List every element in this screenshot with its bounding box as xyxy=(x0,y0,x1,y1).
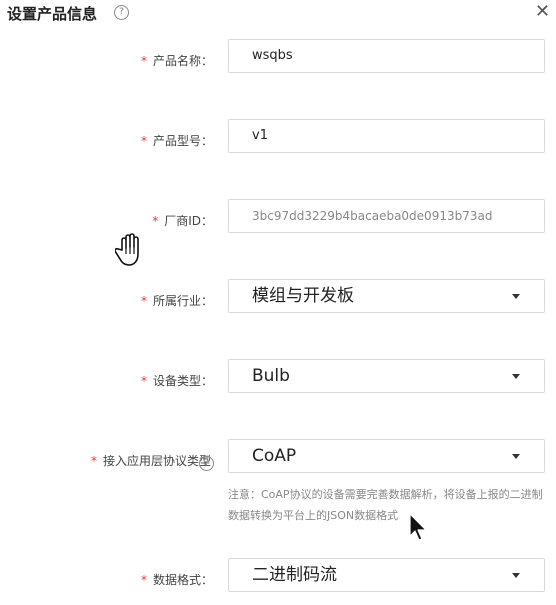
protocol-label-text: 接入应用层协议类型 xyxy=(102,454,211,468)
device-type-select[interactable]: Bulb xyxy=(228,359,545,393)
protocol-note: 注意：CoAP协议的设备需要完善数据解析，将设备上报的二进制数据转换为平台上的J… xyxy=(228,488,543,522)
vendor-id-label: * 厂商ID： xyxy=(152,203,213,239)
help-icon[interactable]: ? xyxy=(199,456,214,471)
data-format-label: * 数据格式： xyxy=(141,562,213,598)
required-mark: * xyxy=(140,54,147,68)
product-name-label: * 产品名称： xyxy=(141,43,213,79)
product-model-label-text: 产品型号： xyxy=(152,134,213,148)
industry-select[interactable]: 模组与开发板 xyxy=(228,279,545,313)
pointer-cursor-icon xyxy=(409,513,427,541)
data-format-label-text: 数据格式： xyxy=(152,573,213,587)
dialog-title: 设置产品信息 xyxy=(7,5,98,23)
chevron-down-icon xyxy=(512,294,520,299)
required-mark: * xyxy=(140,294,147,308)
required-mark: * xyxy=(140,573,147,587)
vendor-id-input: 3bc97dd3229b4bacaeba0de0913b73ad xyxy=(228,199,545,233)
required-mark: * xyxy=(90,454,97,468)
industry-label: * 所属行业： xyxy=(141,283,213,319)
industry-label-text: 所属行业： xyxy=(152,294,213,308)
product-name-input[interactable]: wsqbs xyxy=(228,39,545,73)
product-name-label-text: 产品名称： xyxy=(152,54,213,68)
protocol-selected-value: CoAP xyxy=(252,446,297,466)
device-type-label: * 设备类型： xyxy=(141,363,213,399)
vendor-id-label-text: 厂商ID： xyxy=(164,214,213,228)
protocol-select[interactable]: CoAP xyxy=(228,439,545,473)
hand-cursor-icon xyxy=(115,233,139,266)
required-mark: * xyxy=(140,134,147,148)
industry-selected-value: 模组与开发板 xyxy=(252,286,354,306)
chevron-down-icon xyxy=(512,573,520,578)
close-icon[interactable]: ✕ xyxy=(535,3,550,21)
chevron-down-icon xyxy=(512,374,520,379)
required-mark: * xyxy=(140,374,147,388)
data-format-select[interactable]: 二进制码流 xyxy=(228,558,545,592)
help-icon[interactable]: ? xyxy=(114,5,129,20)
data-format-selected-value: 二进制码流 xyxy=(252,565,337,585)
required-mark: * xyxy=(152,214,159,228)
product-model-input[interactable]: v1 xyxy=(228,119,545,153)
chevron-down-icon xyxy=(512,454,520,459)
device-type-selected-value: Bulb xyxy=(252,366,290,386)
protocol-label: * 接入应用层协议类型 xyxy=(91,443,211,479)
product-model-label: * 产品型号： xyxy=(141,123,213,159)
device-type-label-text: 设备类型： xyxy=(152,374,213,388)
